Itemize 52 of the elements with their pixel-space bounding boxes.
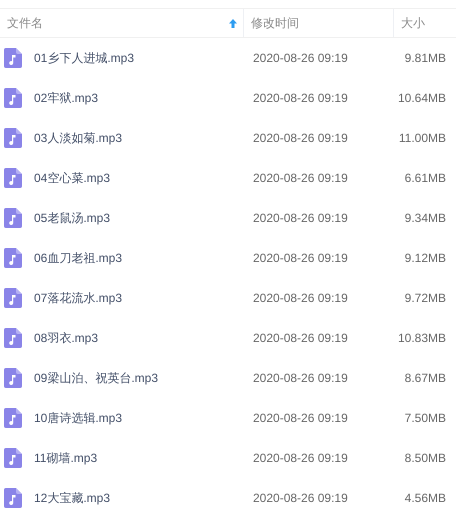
file-size: 10.83MB xyxy=(398,331,446,345)
file-name[interactable]: 06血刀老祖.mp3 xyxy=(34,249,122,267)
file-size: 9.72MB xyxy=(404,291,446,305)
file-size: 8.67MB xyxy=(404,371,446,385)
music-file-icon xyxy=(4,128,22,148)
file-name[interactable]: 05老鼠汤.mp3 xyxy=(34,209,110,227)
modified-time: 2020-08-26 09:19 xyxy=(253,491,348,505)
file-size: 9.12MB xyxy=(404,251,446,265)
file-name[interactable]: 12大宝藏.mp3 xyxy=(34,489,110,507)
music-file-icon xyxy=(4,208,22,228)
music-file-icon xyxy=(4,408,22,428)
modified-time: 2020-08-26 09:19 xyxy=(253,171,348,185)
modified-time: 2020-08-26 09:19 xyxy=(253,411,348,425)
file-name[interactable]: 03人淡如菊.mp3 xyxy=(34,129,122,147)
music-file-icon xyxy=(4,448,22,468)
file-name[interactable]: 07落花流水.mp3 xyxy=(34,289,122,307)
music-file-icon xyxy=(4,368,22,388)
column-header[interactable]: 修改时间 xyxy=(251,14,299,32)
file-size: 10.64MB xyxy=(398,91,446,105)
file-size: 9.34MB xyxy=(404,211,446,225)
file-name[interactable]: 11砌墙.mp3 xyxy=(34,449,98,467)
column-header[interactable]: 大小 xyxy=(401,14,425,32)
modified-time: 2020-08-26 09:19 xyxy=(253,371,348,385)
sort-arrow-icon[interactable] xyxy=(229,18,237,28)
modified-time: 2020-08-26 09:19 xyxy=(253,451,348,465)
column-header[interactable]: 文件名 xyxy=(7,14,43,32)
file-size: 6.61MB xyxy=(404,171,446,185)
file-size: 9.81MB xyxy=(404,51,446,65)
file-size: 8.50MB xyxy=(404,451,446,465)
music-file-icon xyxy=(4,88,22,108)
modified-time: 2020-08-26 09:19 xyxy=(253,91,348,105)
modified-time: 2020-08-26 09:19 xyxy=(253,51,348,65)
music-file-icon xyxy=(4,248,22,268)
file-size: 7.50MB xyxy=(404,411,446,425)
modified-time: 2020-08-26 09:19 xyxy=(253,131,348,145)
music-file-icon xyxy=(4,328,22,348)
modified-time: 2020-08-26 09:19 xyxy=(253,331,348,345)
music-file-icon xyxy=(4,288,22,308)
file-name[interactable]: 04空心菜.mp3 xyxy=(34,169,110,187)
modified-time: 2020-08-26 09:19 xyxy=(253,291,348,305)
file-name[interactable]: 02牢狱.mp3 xyxy=(34,89,98,107)
file-size: 4.56MB xyxy=(404,491,446,505)
file-size: 11.00MB xyxy=(398,131,446,145)
modified-time: 2020-08-26 09:19 xyxy=(253,211,348,225)
music-file-icon xyxy=(4,48,22,68)
music-file-icon xyxy=(4,168,22,188)
file-name[interactable]: 10唐诗选辑.mp3 xyxy=(34,409,122,427)
file-name[interactable]: 09梁山泊、祝英台.mp3 xyxy=(34,369,158,387)
file-name[interactable]: 08羽衣.mp3 xyxy=(34,329,98,347)
modified-time: 2020-08-26 09:19 xyxy=(253,251,348,265)
music-file-icon xyxy=(4,488,22,508)
file-name[interactable]: 01乡下人进城.mp3 xyxy=(34,49,134,67)
